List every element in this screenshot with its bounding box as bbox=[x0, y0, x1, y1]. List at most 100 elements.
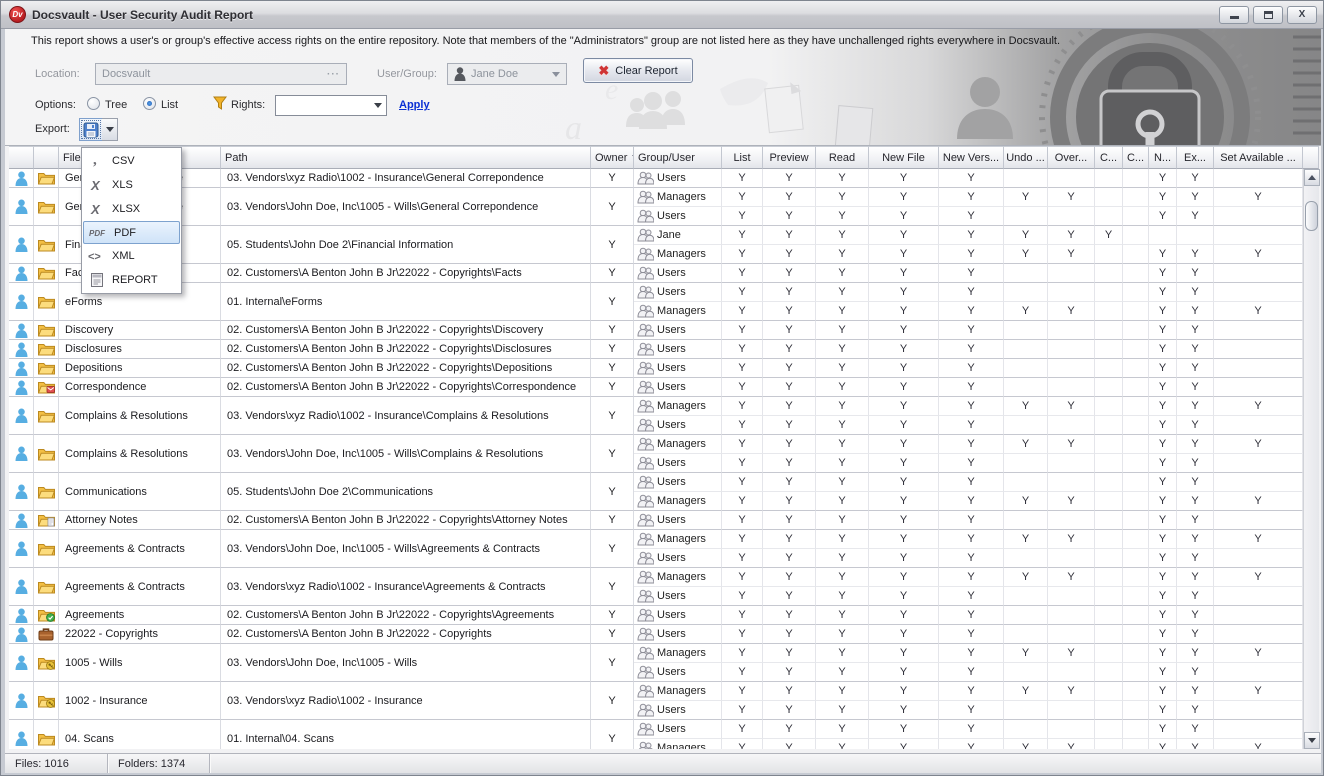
table-row[interactable]: Financial Information05. Students\John D… bbox=[9, 226, 1303, 264]
apply-link[interactable]: Apply bbox=[399, 99, 430, 111]
column-header-right-1[interactable]: Preview bbox=[763, 146, 816, 169]
table-row[interactable]: Agreements & Contracts03. Vendors\xyz Ra… bbox=[9, 568, 1303, 606]
minimize-button[interactable] bbox=[1219, 6, 1249, 24]
rights-cell: Y bbox=[763, 682, 816, 701]
export-menu: ,CSVXXLSXXLSXPDFPDF<>XMLREPORT bbox=[81, 147, 182, 294]
rights-cell: Y bbox=[722, 340, 763, 359]
export-menu-item-xml[interactable]: <>XML bbox=[82, 244, 181, 268]
group-row[interactable]: ManagersYYYYYYYYYY bbox=[634, 682, 1303, 701]
group-row[interactable]: UsersYYYYYYY bbox=[634, 169, 1303, 188]
export-menu-item-pdf[interactable]: PDFPDF bbox=[83, 221, 180, 244]
group-row[interactable]: UsersYYYYYYY bbox=[634, 283, 1303, 302]
export-dropdown-arrow[interactable] bbox=[102, 118, 118, 141]
export-menu-item-xls[interactable]: XXLS bbox=[82, 173, 181, 197]
column-header-right-7[interactable]: C... bbox=[1095, 146, 1123, 169]
column-header-group-user[interactable]: Group/User bbox=[634, 146, 722, 169]
group-row[interactable]: UsersYYYYYYY bbox=[634, 264, 1303, 283]
table-row[interactable]: Disclosures02. Customers\A Benton John B… bbox=[9, 340, 1303, 359]
group-row[interactable]: UsersYYYYYYY bbox=[634, 321, 1303, 340]
column-header-type-icon[interactable] bbox=[34, 146, 59, 169]
table-row[interactable]: 1005 - Wills03. Vendors\John Doe, Inc\10… bbox=[9, 644, 1303, 682]
table-row[interactable]: Facts02. Customers\A Benton John B Jr\22… bbox=[9, 264, 1303, 283]
maximize-button[interactable] bbox=[1253, 6, 1283, 24]
rights-cell bbox=[1214, 359, 1303, 378]
column-header-right-10[interactable]: Ex... bbox=[1177, 146, 1214, 169]
table-row[interactable]: 22022 - Copyrights02. Customers\A Benton… bbox=[9, 625, 1303, 644]
table-row[interactable]: Complains & Resolutions03. Vendors\xyz R… bbox=[9, 397, 1303, 435]
export-menu-item-report[interactable]: REPORT bbox=[82, 268, 181, 292]
group-row[interactable]: UsersYYYYYYY bbox=[634, 720, 1303, 739]
table-row[interactable]: Discovery02. Customers\A Benton John B J… bbox=[9, 321, 1303, 340]
group-row[interactable]: UsersYYYYYYY bbox=[634, 625, 1303, 644]
group-row[interactable]: UsersYYYYYYY bbox=[634, 549, 1303, 568]
vertical-scrollbar[interactable] bbox=[1303, 169, 1319, 749]
list-radio-label[interactable]: List bbox=[161, 99, 178, 111]
column-header-right-0[interactable]: List bbox=[722, 146, 763, 169]
tree-radio-label[interactable]: Tree bbox=[105, 99, 127, 111]
group-row[interactable]: UsersYYYYYYY bbox=[634, 473, 1303, 492]
table-row[interactable]: General Correpondence03. Vendors\John Do… bbox=[9, 188, 1303, 226]
column-header-right-8[interactable]: C... bbox=[1123, 146, 1149, 169]
table-row[interactable]: Communications05. Students\John Doe 2\Co… bbox=[9, 473, 1303, 511]
group-row[interactable]: ManagersYYYYYYYYYY bbox=[634, 530, 1303, 549]
clear-report-button[interactable]: ✖ Clear Report bbox=[583, 58, 693, 83]
group-row[interactable]: UsersYYYYYYY bbox=[634, 378, 1303, 397]
group-row[interactable]: UsersYYYYYYY bbox=[634, 606, 1303, 625]
table-row[interactable]: General Correpondence03. Vendors\xyz Rad… bbox=[9, 169, 1303, 188]
user-group-select[interactable]: Jane Doe bbox=[447, 63, 567, 85]
table-row[interactable]: Attorney Notes02. Customers\A Benton Joh… bbox=[9, 511, 1303, 530]
scroll-down-button[interactable] bbox=[1304, 732, 1320, 749]
rights-cell: Y bbox=[1177, 188, 1214, 207]
list-radio[interactable] bbox=[143, 97, 156, 110]
group-row[interactable]: UsersYYYYYYY bbox=[634, 207, 1303, 226]
group-row[interactable]: JaneYYYYYYYY bbox=[634, 226, 1303, 245]
folder-icon bbox=[34, 447, 58, 461]
group-row[interactable]: UsersYYYYYYY bbox=[634, 587, 1303, 606]
table-row[interactable]: Depositions02. Customers\A Benton John B… bbox=[9, 359, 1303, 378]
group-row[interactable]: ManagersYYYYYYYYYY bbox=[634, 435, 1303, 454]
tree-radio[interactable] bbox=[87, 97, 100, 110]
column-header-right-6[interactable]: Over... bbox=[1048, 146, 1095, 169]
table-row[interactable]: Correspondence02. Customers\A Benton Joh… bbox=[9, 378, 1303, 397]
table-row[interactable]: eForms01. Internal\eFormsYUsersYYYYYYYMa… bbox=[9, 283, 1303, 321]
column-header-right-2[interactable]: Read bbox=[816, 146, 869, 169]
group-row[interactable]: ManagersYYYYYYYYYY bbox=[634, 188, 1303, 207]
scrollbar-thumb[interactable] bbox=[1305, 201, 1318, 231]
table-row[interactable]: Complains & Resolutions03. Vendors\John … bbox=[9, 435, 1303, 473]
group-row[interactable]: ManagersYYYYYYYYYY bbox=[634, 302, 1303, 321]
table-row[interactable]: 04. Scans01. Internal\04. ScansYUsersYYY… bbox=[9, 720, 1303, 749]
group-row[interactable]: UsersYYYYYYY bbox=[634, 416, 1303, 435]
location-input[interactable]: Docsvault ··· bbox=[95, 63, 347, 85]
rights-cell: Y bbox=[1149, 644, 1177, 663]
table-row[interactable]: 1002 - Insurance03. Vendors\xyz Radio\10… bbox=[9, 682, 1303, 720]
export-button[interactable] bbox=[79, 118, 103, 141]
close-button[interactable]: X bbox=[1287, 6, 1317, 24]
column-header-right-5[interactable]: Undo ... bbox=[1004, 146, 1048, 169]
browse-ellipsis-icon[interactable]: ··· bbox=[327, 69, 340, 80]
group-row[interactable]: ManagersYYYYYYYYYY bbox=[634, 492, 1303, 511]
group-row[interactable]: UsersYYYYYYY bbox=[634, 359, 1303, 378]
group-row[interactable]: UsersYYYYYYY bbox=[634, 454, 1303, 473]
export-menu-item-csv[interactable]: ,CSV bbox=[82, 149, 181, 173]
group-row[interactable]: UsersYYYYYYY bbox=[634, 663, 1303, 682]
export-menu-item-xlsx[interactable]: XXLSX bbox=[82, 197, 181, 221]
group-row[interactable]: ManagersYYYYYYYYYY bbox=[634, 739, 1303, 749]
column-header-owner[interactable]: Owner bbox=[591, 146, 634, 169]
column-header-right-9[interactable]: N... bbox=[1149, 146, 1177, 169]
group-row[interactable]: ManagersYYYYYYYYYY bbox=[634, 245, 1303, 264]
table-row[interactable]: Agreements & Contracts03. Vendors\John D… bbox=[9, 530, 1303, 568]
group-row[interactable]: ManagersYYYYYYYYYY bbox=[634, 644, 1303, 663]
rights-select[interactable] bbox=[275, 95, 387, 116]
column-header-right-3[interactable]: New File bbox=[869, 146, 939, 169]
table-row[interactable]: Agreements02. Customers\A Benton John B … bbox=[9, 606, 1303, 625]
group-row[interactable]: UsersYYYYYYY bbox=[634, 511, 1303, 530]
column-header-path[interactable]: Path bbox=[221, 146, 591, 169]
column-header-right-11[interactable]: Set Available ... bbox=[1214, 146, 1303, 169]
scroll-up-button[interactable] bbox=[1304, 169, 1320, 186]
column-header-right-4[interactable]: New Vers... bbox=[939, 146, 1004, 169]
group-row[interactable]: UsersYYYYYYY bbox=[634, 701, 1303, 720]
column-header-user-icon[interactable] bbox=[9, 146, 34, 169]
group-row[interactable]: UsersYYYYYYY bbox=[634, 340, 1303, 359]
group-row[interactable]: ManagersYYYYYYYYYY bbox=[634, 568, 1303, 587]
group-row[interactable]: ManagersYYYYYYYYYY bbox=[634, 397, 1303, 416]
